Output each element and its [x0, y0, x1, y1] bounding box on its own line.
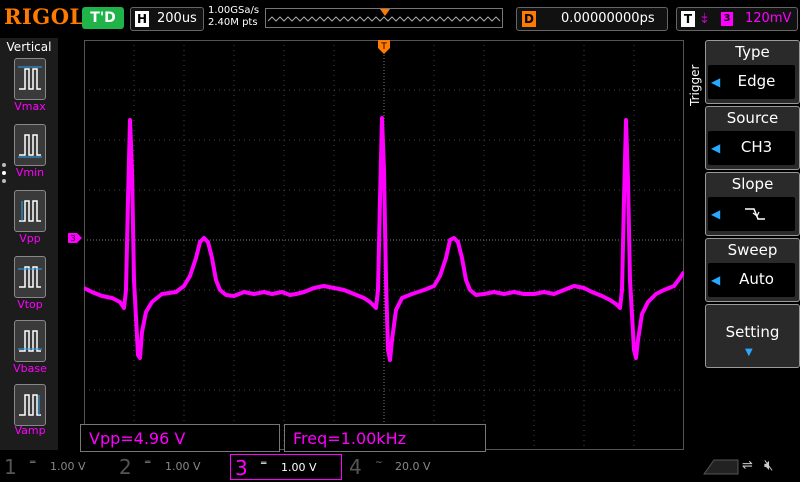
vmin-button[interactable]: [14, 124, 46, 166]
sample-info: 1.00GSa/s 2.40M pts: [208, 5, 259, 29]
trigger-slope-value-box: ◀: [708, 197, 795, 231]
measure-panel-title: Vertical: [6, 40, 52, 54]
trigger-slope-button[interactable]: Slope ◀: [705, 172, 800, 236]
vmax-label: Vmax: [14, 100, 46, 113]
channel-4-scale: 20.0 V: [395, 460, 431, 473]
channel-4-status[interactable]: 4 ~ 20.0 V: [345, 454, 457, 480]
channel-3-scale: 1.00 V: [281, 461, 317, 474]
timebase-box[interactable]: H 200us: [130, 7, 204, 31]
svg-text:3: 3: [70, 234, 75, 243]
svg-text:T: T: [380, 42, 387, 52]
trigger-setting-title: Setting: [725, 323, 780, 341]
channel-2-number: 2: [119, 455, 132, 479]
timebase-value: 200us: [157, 11, 197, 26]
trigger-sweep-button[interactable]: Sweep ◀ Auto: [705, 238, 800, 302]
vbase-icon: [18, 330, 42, 352]
vpp-readout: Vpp=4.96 V: [80, 424, 280, 452]
timebase-key: H: [135, 11, 149, 27]
channel-3-status[interactable]: 3 ═ 1.00 V: [230, 454, 342, 480]
freq-readout: Freq=1.00kHz: [284, 424, 486, 452]
trigger-position-marker[interactable]: T: [378, 40, 390, 54]
trigger-channel-badge: 3: [721, 12, 733, 26]
trigger-source-value-box: ◀ CH3: [708, 131, 795, 165]
trigger-key: T: [681, 11, 695, 27]
trigger-source-value: CH3: [740, 138, 773, 156]
vtop-button[interactable]: [14, 256, 46, 298]
usb-icon: ⇌: [742, 458, 753, 473]
vmax-button[interactable]: [14, 58, 46, 100]
sample-rate: 1.00GSa/s: [208, 5, 260, 16]
trigger-sweep-title: Sweep: [727, 241, 778, 259]
delay-box[interactable]: D 0.00000000ps: [516, 7, 668, 31]
down-arrow-icon: ▼: [745, 347, 753, 358]
channel-1-status[interactable]: 1 ═ 1.00 V: [0, 454, 112, 480]
trigger-box[interactable]: T ⤈ 3 120mV: [676, 7, 798, 31]
trigger-sweep-value: Auto: [739, 270, 774, 288]
run-state-badge[interactable]: T'D: [82, 7, 124, 29]
trigger-menu-label: Trigger: [688, 64, 702, 106]
vbase-label: Vbase: [13, 362, 47, 375]
vamp-button[interactable]: [14, 384, 46, 426]
channel-1-number: 1: [4, 455, 17, 479]
vbase-button[interactable]: [14, 320, 46, 362]
trigger-source-title: Source: [726, 109, 779, 127]
dc-coupling-icon: ═: [30, 458, 36, 468]
channel-1-scale: 1.00 V: [50, 460, 86, 473]
delay-value: 0.00000000ps: [561, 11, 655, 26]
vamp-label: Vamp: [14, 424, 46, 437]
trigger-type-title: Type: [735, 43, 770, 61]
vpp-icon: [19, 200, 41, 222]
memory-waveform-icon: [267, 9, 501, 22]
speaker-mute-icon[interactable]: 🔇︎: [764, 456, 773, 474]
dc-coupling-icon: ═: [145, 458, 151, 468]
trigger-type-button[interactable]: Type ◀ Edge: [705, 40, 800, 104]
vmin-icon: [18, 134, 42, 158]
falling-edge-icon: ⤈: [701, 10, 708, 26]
channel-4-number: 4: [349, 455, 362, 479]
ac-coupling-icon: ~: [375, 458, 383, 468]
trigger-level: 120mV: [745, 11, 792, 26]
ch3-ground-marker[interactable]: 3: [68, 233, 82, 243]
vtop-label: Vtop: [17, 298, 43, 311]
trigger-type-value-box: ◀ Edge: [708, 65, 795, 99]
vpp-label: Vpp: [19, 232, 41, 245]
trigger-type-value: Edge: [737, 72, 776, 90]
channel-2-status[interactable]: 2 ═ 1.00 V: [115, 454, 227, 480]
vtop-icon: [18, 266, 42, 288]
trigger-setting-button[interactable]: Setting ▼: [705, 304, 800, 368]
channel-2-scale: 1.00 V: [165, 460, 201, 473]
vpp-button[interactable]: [14, 190, 46, 232]
falling-edge-icon: [745, 208, 765, 220]
dc-coupling-icon: ═: [261, 459, 267, 469]
rigol-logo: RIGOL: [4, 4, 85, 29]
memory-position-bar[interactable]: [265, 8, 503, 28]
delay-key: D: [522, 11, 536, 27]
memory-depth: 2.40M pts: [208, 17, 258, 28]
trigger-source-button[interactable]: Source ◀ CH3: [705, 106, 800, 170]
top-status-bar: RIGOL T'D H 200us 1.00GSa/s 2.40M pts D …: [0, 0, 800, 36]
vamp-icon: [19, 394, 41, 416]
trigger-sweep-value-box: ◀ Auto: [708, 263, 795, 297]
left-arrow-icon: ◀: [711, 207, 721, 221]
vmin-label: Vmin: [15, 166, 45, 179]
vmax-icon: [18, 66, 42, 90]
menu-tab-icon[interactable]: [700, 454, 740, 478]
trigger-slope-title: Slope: [731, 175, 774, 193]
waveform-display[interactable]: T: [84, 40, 684, 450]
ch3-waveform-trace: [84, 116, 684, 362]
channel-3-number: 3: [235, 456, 248, 480]
